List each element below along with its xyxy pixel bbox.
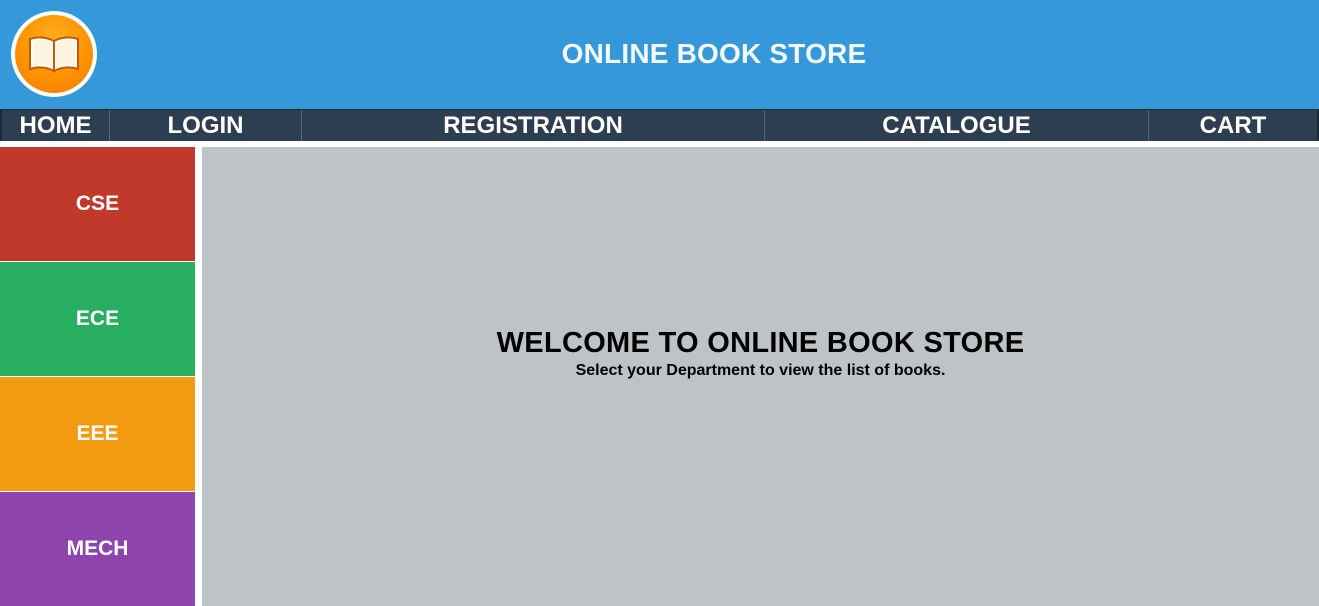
department-sidebar: CSE ECE EEE MECH (0, 147, 196, 606)
nav-registration[interactable]: REGISTRATION (302, 110, 765, 141)
nav-home[interactable]: HOME (0, 110, 110, 141)
welcome-subtext: Select your Department to view the list … (575, 362, 946, 379)
dept-mech-button[interactable]: MECH (0, 491, 195, 606)
welcome-heading: WELCOME TO ONLINE BOOK STORE (496, 327, 1025, 359)
main-content: WELCOME TO ONLINE BOOK STORE Select your… (202, 147, 1319, 606)
dept-ece-button[interactable]: ECE (0, 261, 195, 376)
dept-eee-button[interactable]: EEE (0, 376, 195, 491)
dept-cse-button[interactable]: CSE (0, 147, 195, 261)
site-title: ONLINE BOOK STORE (561, 38, 867, 69)
nav-catalogue[interactable]: CATALOGUE (765, 110, 1149, 141)
nav-login[interactable]: LOGIN (110, 110, 302, 141)
header-bar: ONLINE BOOK STORE (0, 0, 1319, 109)
nav-cart[interactable]: CART (1149, 110, 1317, 141)
main-nav: HOME LOGIN REGISTRATION CATALOGUE CART (0, 109, 1319, 141)
